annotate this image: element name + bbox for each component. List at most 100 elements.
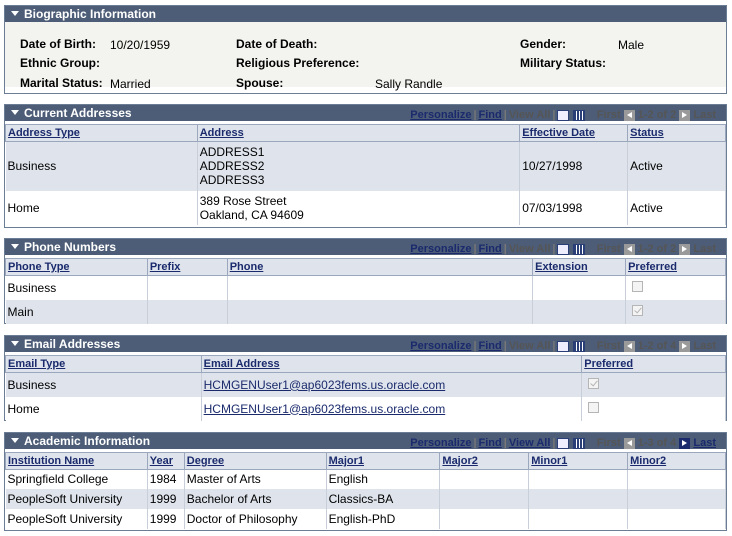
academic-header[interactable]: Academic Information Personalize | Find | Vi… [5, 433, 726, 449]
collapse-triangle-icon[interactable] [11, 244, 19, 250]
col-minor2[interactable]: Minor2 [627, 452, 726, 470]
table-row: Home HCMGENUser1@ap6023fems.us.oracle.co… [5, 396, 726, 421]
new-window-icon[interactable] [557, 437, 570, 449]
table-row: Home 389 Rose Street Oakland, CA 94609 0… [5, 190, 726, 225]
download-grid-icon[interactable] [572, 340, 585, 352]
new-window-icon[interactable] [557, 340, 570, 352]
personalize-link[interactable]: Personalize [410, 340, 471, 352]
degree-cell: Doctor of Philosophy [184, 508, 327, 529]
emails-section: Email Addresses Personalize | Find | View Al… [4, 335, 727, 421]
next-arrow-icon[interactable] [679, 109, 691, 121]
find-link[interactable]: Find [479, 340, 502, 352]
addresses-header[interactable]: Current Addresses Personalize | Find | View … [5, 105, 726, 121]
phones-header[interactable]: Phone Numbers Personalize | Find | View All |… [5, 239, 726, 255]
last-label: Last [693, 109, 716, 121]
prefix-cell [147, 299, 228, 324]
addresses-table: Address Type Address Effective Date Stat… [5, 124, 726, 225]
previous-arrow-icon[interactable] [623, 340, 635, 352]
col-prefix[interactable]: Prefix [146, 258, 228, 276]
collapse-triangle-icon[interactable] [11, 110, 19, 116]
find-link[interactable]: Find [479, 109, 502, 121]
minor2-cell [627, 508, 726, 529]
previous-arrow-icon[interactable] [623, 109, 635, 121]
preferred-checkbox[interactable] [632, 280, 644, 292]
col-address[interactable]: Address [196, 124, 521, 142]
col-phone[interactable]: Phone [226, 258, 534, 276]
academic-title: Academic Information [24, 434, 151, 448]
address-line: ADDRESS2 [199, 159, 265, 174]
phone-type-cell: Main [5, 299, 148, 324]
view-all-link[interactable]: View All [509, 340, 551, 352]
biographic-section: Biographic Information Date of Birth: 10… [4, 5, 727, 94]
personalize-link[interactable]: Personalize [410, 243, 471, 255]
institution-cell: PeopleSoft University [5, 508, 148, 529]
collapse-triangle-icon[interactable] [11, 438, 19, 444]
col-effective-date[interactable]: Effective Date [519, 124, 629, 142]
gender-value: Male [618, 38, 645, 52]
email-link[interactable]: HCMGENUser1@ap6023fems.us.oracle.com [204, 402, 446, 416]
col-email-address[interactable]: Email Address [200, 355, 583, 373]
find-link[interactable]: Find [479, 437, 502, 449]
emails-header[interactable]: Email Addresses Personalize | Find | View Al… [5, 336, 726, 352]
phone-cell [227, 299, 534, 324]
last-link[interactable]: Last [693, 437, 716, 449]
email-address-cell: HCMGENUser1@ap6023fems.us.oracle.com [201, 372, 583, 397]
major1-cell: Classics-BA [326, 488, 441, 509]
preferred-checkbox[interactable] [632, 304, 644, 316]
preferred-checkbox[interactable] [588, 401, 600, 413]
personalize-link[interactable]: Personalize [410, 437, 471, 449]
download-grid-icon[interactable] [572, 437, 585, 449]
col-year[interactable]: Year [146, 452, 185, 470]
year-cell: 1999 [147, 488, 185, 509]
military-label: Military Status: [520, 56, 607, 70]
preferred-cell [581, 396, 726, 421]
emails-table: Email Type Email Address Preferred Busin… [5, 355, 726, 421]
academic-table: Institution Name Year Degree Major1 Majo… [5, 452, 726, 529]
download-grid-icon[interactable] [572, 243, 585, 255]
next-arrow-icon[interactable] [679, 437, 691, 449]
email-type-cell: Business [5, 372, 202, 397]
major1-cell: English [326, 469, 441, 489]
year-cell: 1984 [147, 469, 185, 489]
address-type-cell: Business [5, 141, 198, 191]
view-all-link[interactable]: View All [509, 437, 551, 449]
download-grid-icon[interactable] [572, 109, 585, 121]
extension-cell [532, 275, 627, 300]
biographic-body: Date of Birth: 10/20/1959 Date of Death:… [5, 22, 726, 91]
col-preferred[interactable]: Preferred [625, 258, 726, 276]
view-all-link[interactable]: View All [509, 109, 551, 121]
view-all-link[interactable]: View All [509, 243, 551, 255]
phone-type-cell: Business [5, 275, 148, 300]
preferred-checkbox[interactable] [588, 377, 600, 389]
collapse-triangle-icon[interactable] [11, 341, 19, 347]
preferred-cell [625, 299, 726, 324]
col-major2[interactable]: Major2 [439, 452, 530, 470]
col-institution[interactable]: Institution Name [5, 452, 148, 470]
new-window-icon[interactable] [557, 243, 570, 255]
col-degree[interactable]: Degree [183, 452, 327, 470]
next-arrow-icon[interactable] [679, 243, 691, 255]
col-status[interactable]: Status [627, 124, 726, 142]
col-email-type[interactable]: Email Type [5, 355, 202, 373]
minor1-cell [528, 469, 629, 489]
col-preferred[interactable]: Preferred [581, 355, 726, 373]
institution-cell: PeopleSoft University [5, 488, 148, 509]
next-arrow-icon[interactable] [679, 340, 691, 352]
academic-range: 1-3 of 4 [637, 437, 677, 449]
first-label: First [596, 340, 621, 352]
new-window-icon[interactable] [557, 109, 570, 121]
minor1-cell [528, 508, 629, 529]
find-link[interactable]: Find [479, 243, 502, 255]
col-address-type[interactable]: Address Type [5, 124, 198, 142]
previous-arrow-icon[interactable] [623, 243, 635, 255]
col-phone-type[interactable]: Phone Type [5, 258, 148, 276]
previous-arrow-icon[interactable] [623, 437, 635, 449]
personalize-link[interactable]: Personalize [410, 109, 471, 121]
col-major1[interactable]: Major1 [325, 452, 441, 470]
biographic-header[interactable]: Biographic Information [5, 6, 726, 22]
table-row: Springfield College 1984 Master of Arts … [5, 469, 726, 489]
col-extension[interactable]: Extension [532, 258, 627, 276]
collapse-triangle-icon[interactable] [11, 11, 19, 17]
col-minor1[interactable]: Minor1 [528, 452, 629, 470]
email-link[interactable]: HCMGENUser1@ap6023fems.us.oracle.com [204, 378, 446, 392]
